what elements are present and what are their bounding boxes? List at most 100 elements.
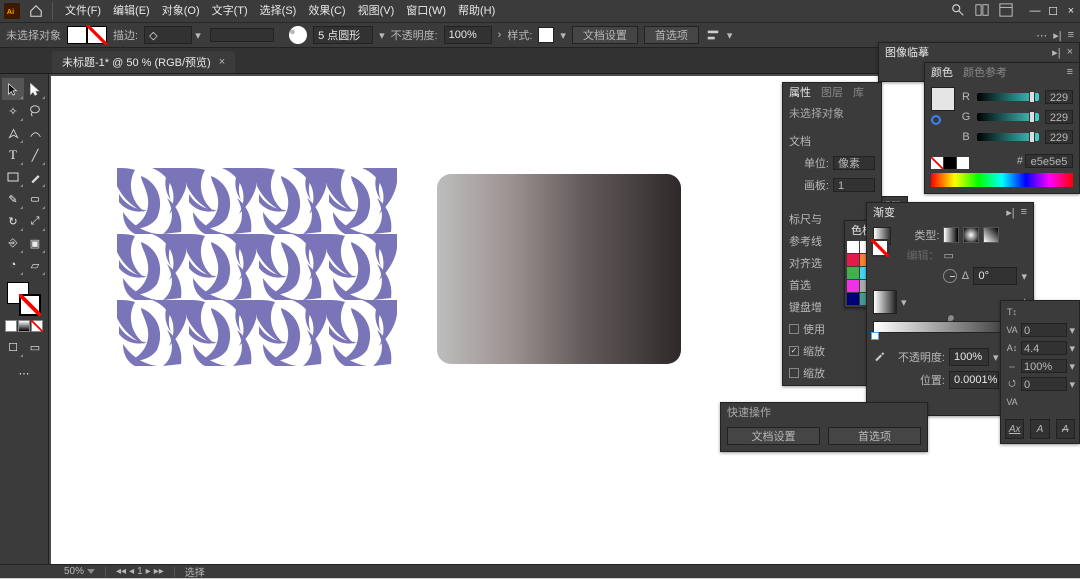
quick-prefs-button[interactable]: 首选项 bbox=[828, 427, 921, 445]
menu-select[interactable]: 选择(S) bbox=[254, 0, 303, 22]
color-mode-buttons[interactable] bbox=[5, 320, 43, 332]
grad-location-input[interactable]: 0.0001% bbox=[949, 371, 999, 389]
panel-collapse-icon[interactable]: ▸| bbox=[1053, 29, 1061, 42]
align-dropdown-icon[interactable]: ▾ bbox=[727, 29, 733, 42]
window-minimize[interactable]: — bbox=[1026, 5, 1044, 18]
linear-gradient-button[interactable] bbox=[943, 227, 959, 243]
workspace-icon[interactable] bbox=[994, 3, 1018, 20]
direct-selection-tool[interactable] bbox=[24, 78, 46, 100]
width-tool[interactable]: ⎆ bbox=[2, 232, 24, 254]
style-swatch[interactable] bbox=[538, 27, 554, 43]
quick-color-chips[interactable] bbox=[931, 157, 969, 169]
rot-dd-icon[interactable]: ▾ bbox=[1069, 378, 1075, 391]
panel-menu-icon[interactable]: ≡ bbox=[1021, 206, 1027, 219]
base-dd-icon[interactable]: ▾ bbox=[1069, 342, 1075, 355]
angle-icon[interactable] bbox=[943, 269, 957, 283]
menu-edit[interactable]: 编辑(E) bbox=[107, 0, 156, 22]
panel-menu2-icon[interactable]: ≡ bbox=[1068, 29, 1074, 41]
artboard-value[interactable]: 1 bbox=[833, 178, 875, 192]
color-guide-tab[interactable]: 颜色参考 bbox=[963, 64, 1007, 80]
hsc-dd-icon[interactable]: ▾ bbox=[1069, 360, 1075, 373]
curvature-tool[interactable] bbox=[24, 122, 46, 144]
edit-gradient-icon[interactable]: ▭ bbox=[943, 249, 953, 262]
b-slider[interactable] bbox=[977, 133, 1039, 141]
color-target-icon[interactable] bbox=[931, 115, 941, 125]
perspective-tool[interactable]: ▱ bbox=[24, 254, 46, 276]
close-tab-icon[interactable]: × bbox=[219, 56, 225, 68]
menu-window[interactable]: 窗口(W) bbox=[400, 0, 452, 22]
scale-tool[interactable]: ⤢ bbox=[24, 210, 46, 232]
menu-type[interactable]: 文字(T) bbox=[206, 0, 254, 22]
gradient-stop-left[interactable] bbox=[871, 332, 879, 340]
gradient-preset-dropdown-icon[interactable]: ▾ bbox=[901, 296, 907, 309]
rotate-char-value[interactable]: 0 bbox=[1021, 377, 1067, 391]
window-close[interactable]: × bbox=[1062, 5, 1080, 18]
strikethrough-button[interactable]: A bbox=[1056, 419, 1075, 439]
menu-view[interactable]: 视图(V) bbox=[352, 0, 401, 22]
b-value[interactable]: 229 bbox=[1045, 130, 1073, 144]
stroke-profile[interactable] bbox=[210, 28, 274, 42]
lasso-tool[interactable] bbox=[24, 100, 46, 122]
document-tab[interactable]: 未标题-1* @ 50 % (RGB/预览) × bbox=[52, 51, 235, 73]
unit-value[interactable]: 像素 bbox=[833, 156, 875, 170]
grad-opacity-dropdown-icon[interactable]: ▾ bbox=[993, 351, 999, 364]
layers-tab[interactable]: 图层 bbox=[821, 84, 843, 100]
stroke-weight-dropdown[interactable]: ◇▾ bbox=[144, 26, 204, 44]
scale1-checkbox[interactable] bbox=[789, 346, 799, 356]
line-tool[interactable]: ╱ bbox=[24, 144, 46, 166]
kern-dd-icon[interactable]: ▾ bbox=[1069, 324, 1075, 337]
rectangle-tool[interactable] bbox=[2, 166, 24, 188]
scale2-checkbox[interactable] bbox=[789, 368, 799, 378]
menu-object[interactable]: 对象(O) bbox=[156, 0, 206, 22]
type-tool[interactable]: T bbox=[2, 144, 24, 166]
kerning-value[interactable]: 0 bbox=[1021, 323, 1067, 337]
brush-dropdown-icon[interactable]: ▾ bbox=[379, 29, 385, 42]
panel-collapse-icon[interactable]: ▸| bbox=[1006, 206, 1014, 219]
menu-help[interactable]: 帮助(H) bbox=[452, 0, 501, 22]
window-maximize[interactable]: ☐ bbox=[1044, 5, 1062, 18]
properties-tab[interactable]: 属性 bbox=[789, 84, 811, 100]
selection-tool[interactable] bbox=[2, 78, 24, 100]
antialias-button[interactable]: Ax bbox=[1005, 419, 1024, 439]
panel-menu-icon[interactable]: ≡ bbox=[1067, 66, 1073, 78]
document-setup-button[interactable]: 文档设置 bbox=[572, 26, 638, 44]
color-tab[interactable]: 颜色 bbox=[931, 64, 953, 80]
fill-stroke-indicator[interactable] bbox=[5, 280, 43, 318]
menu-effect[interactable]: 效果(C) bbox=[302, 0, 351, 22]
shape-builder-tool[interactable]: ◔ bbox=[2, 254, 24, 276]
arrange-documents-icon[interactable] bbox=[970, 3, 994, 20]
screen-mode-tool[interactable]: ☐ bbox=[2, 336, 24, 358]
opacity-dropdown-icon[interactable]: › bbox=[498, 29, 502, 41]
eyedropper-icon[interactable] bbox=[873, 350, 885, 365]
angle-input[interactable]: 0° bbox=[973, 267, 1017, 285]
gradient-midpoint[interactable] bbox=[947, 314, 955, 322]
libraries-tab[interactable]: 库 bbox=[853, 84, 864, 100]
free-transform-tool[interactable]: ▣ bbox=[24, 232, 46, 254]
gradient-preview[interactable] bbox=[873, 290, 897, 314]
r-value[interactable]: 229 bbox=[1045, 90, 1073, 104]
fill-stroke-swatch[interactable] bbox=[67, 26, 107, 44]
eraser-tool[interactable] bbox=[24, 188, 46, 210]
opacity-input[interactable]: 100% bbox=[444, 26, 492, 44]
radial-gradient-button[interactable] bbox=[963, 227, 979, 243]
pen-tool[interactable] bbox=[2, 122, 24, 144]
r-slider[interactable] bbox=[977, 93, 1039, 101]
panel-close-icon[interactable]: × bbox=[1067, 46, 1073, 59]
style-dropdown-icon[interactable]: ▾ bbox=[560, 29, 566, 42]
artboard-nav[interactable]: ◂◂◂1▸▸▸ bbox=[116, 566, 164, 577]
hscale-value[interactable]: 100% bbox=[1021, 359, 1067, 373]
search-icon[interactable] bbox=[946, 3, 970, 20]
change-screen-tool[interactable]: ▭ bbox=[24, 336, 46, 358]
preferences-button[interactable]: 首选项 bbox=[644, 26, 699, 44]
rotate-tool[interactable]: ↻ bbox=[2, 210, 24, 232]
angle-dropdown-icon[interactable]: ▾ bbox=[1021, 270, 1027, 283]
g-value[interactable]: 229 bbox=[1045, 110, 1073, 124]
home-icon[interactable] bbox=[26, 4, 46, 18]
gradient-fillstroke[interactable] bbox=[873, 227, 889, 257]
panel-collapse-icon[interactable]: ▸| bbox=[1052, 46, 1060, 59]
baseline-value[interactable]: 4.4 bbox=[1021, 341, 1067, 355]
shaper-tool[interactable]: ✎ bbox=[2, 188, 24, 210]
paintbrush-tool[interactable] bbox=[24, 166, 46, 188]
color-spectrum[interactable] bbox=[931, 173, 1073, 187]
edit-toolbar-icon[interactable]: ⋯ bbox=[13, 362, 35, 384]
